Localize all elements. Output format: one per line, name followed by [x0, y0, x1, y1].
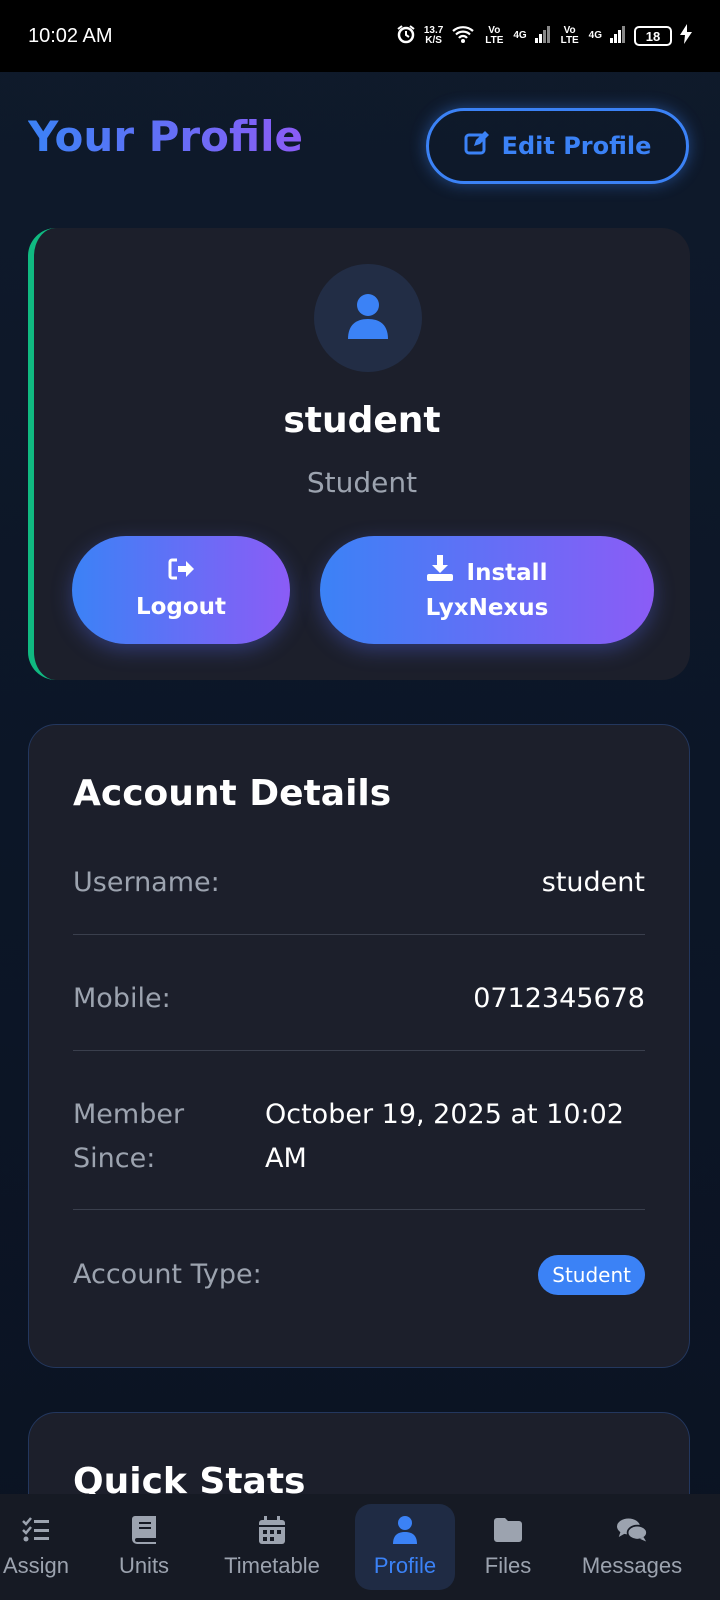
username-value: student: [541, 867, 645, 898]
username-label: Username:: [73, 867, 220, 898]
charging-icon: [680, 23, 692, 49]
page-title: Your Profile: [28, 112, 304, 161]
profile-name: student: [283, 400, 441, 441]
signal1-label: 4G: [513, 30, 527, 41]
tasks-icon: [21, 1515, 51, 1545]
user-icon: [390, 1515, 420, 1545]
edit-profile-label: Edit Profile: [501, 132, 652, 160]
member-since-value: October 19, 2025 at 10:02 AM: [265, 1099, 624, 1174]
nav-item-files[interactable]: Files: [474, 1504, 542, 1590]
download-icon: [426, 555, 453, 591]
nav-item-assign[interactable]: Assign: [0, 1504, 72, 1590]
chat-icon: [617, 1515, 647, 1545]
edit-profile-button[interactable]: Edit Profile: [426, 108, 689, 184]
wifi-icon: [451, 24, 475, 49]
book-icon: [129, 1515, 159, 1545]
profile-card: student Student Logout Install LyxNexus: [28, 228, 690, 680]
install-button[interactable]: Install LyxNexus: [320, 536, 654, 644]
mobile-row: Mobile: 0712345678: [73, 977, 645, 1021]
install-label-line1: Install: [466, 560, 548, 586]
nav-item-profile[interactable]: Profile: [355, 1504, 455, 1590]
nav-item-timetable[interactable]: Timetable: [214, 1504, 330, 1590]
mobile-label: Mobile:: [73, 983, 171, 1014]
nav-label-messages: Messages: [581, 1553, 683, 1578]
user-icon: [348, 293, 388, 343]
calendar-icon: [257, 1515, 287, 1545]
logout-label: Logout: [135, 594, 227, 620]
account-type-row: Account Type: Student: [73, 1253, 645, 1297]
bottom-nav: Assign Units Timetable Profile Files Mes…: [0, 1494, 720, 1600]
avatar: [314, 264, 422, 372]
signal1-icon: [534, 25, 551, 48]
divider: [73, 1050, 645, 1051]
folder-icon: [493, 1515, 523, 1545]
nav-item-units[interactable]: Units: [104, 1504, 184, 1590]
status-icons: 13.7 K/S Vo LTE 4G Vo LTE 4G 18: [396, 23, 692, 49]
status-bar: 10:02 AM 13.7 K/S Vo LTE 4G Vo LTE 4G 18: [0, 0, 720, 72]
install-label-line2: LyxNexus: [425, 595, 549, 621]
profile-role: Student: [306, 466, 418, 499]
volte2-label: Vo LTE: [560, 25, 579, 46]
nav-item-messages[interactable]: Messages: [572, 1504, 692, 1590]
nav-label-profile: Profile: [373, 1553, 437, 1578]
logout-button[interactable]: Logout: [72, 536, 290, 644]
member-since-row: Member Since: October 19, 2025 at 10:02 …: [73, 1093, 645, 1181]
divider: [73, 1209, 645, 1210]
account-details-card: Account Details Username: student Mobile…: [28, 724, 690, 1368]
account-details-title: Account Details: [73, 773, 392, 814]
account-type-badge: Student: [538, 1255, 645, 1295]
nav-label-assign: Assign: [2, 1553, 70, 1578]
nav-label-timetable: Timetable: [224, 1553, 320, 1578]
account-type-label: Account Type:: [73, 1259, 262, 1290]
divider: [73, 934, 645, 935]
nav-label-units: Units: [118, 1553, 170, 1578]
signal2-icon: [610, 25, 626, 48]
logout-icon: [168, 556, 194, 590]
volte1-label: Vo LTE: [485, 25, 504, 46]
member-since-label: Member Since:: [73, 1099, 185, 1174]
net-speed: 13.7 K/S: [423, 25, 444, 46]
nav-label-files: Files: [484, 1553, 532, 1578]
mobile-value: 0712345678: [473, 983, 645, 1014]
edit-icon: [464, 130, 490, 162]
username-row: Username: student: [73, 861, 645, 905]
signal2-label: 4G: [588, 30, 602, 41]
battery-icon: 18: [634, 26, 672, 46]
alarm-icon: [396, 24, 416, 49]
status-time: 10:02 AM: [28, 24, 113, 47]
